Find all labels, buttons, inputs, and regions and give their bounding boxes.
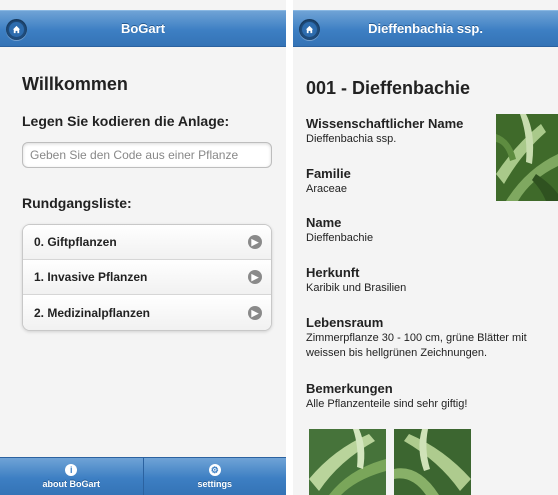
field-value: Alle Pflanzenteile sind sehr giftig! bbox=[306, 398, 468, 410]
code-prompt-label: Legen Sie kodieren die Anlage: bbox=[22, 113, 230, 129]
field-value: Araceae bbox=[306, 183, 347, 195]
field-label: Herkunft bbox=[306, 265, 360, 280]
arrow-right-icon: ▶ bbox=[248, 270, 262, 284]
field-origin: Herkunft Karibik und Brasilien bbox=[306, 265, 406, 296]
field-scientific-name: Wissenschaftlicher Name Dieffenbachia ss… bbox=[306, 116, 463, 147]
field-label: Bemerkungen bbox=[306, 381, 393, 396]
settings-label: settings bbox=[197, 479, 232, 489]
plant-photo-thumb-2[interactable] bbox=[394, 429, 471, 495]
header-title: Dieffenbachia ssp. bbox=[368, 21, 483, 36]
field-value: Dieffenbachie bbox=[306, 232, 374, 244]
field-value: Zimmerpflanze 30 - 100 cm, grüne Blätter… bbox=[306, 332, 527, 359]
plant-code-input[interactable] bbox=[22, 142, 272, 168]
field-label: Name bbox=[306, 215, 342, 230]
plant-detail-screen: Dieffenbachia ssp. 001 - Dieffenbachie W… bbox=[293, 0, 558, 495]
tour-item-giftpflanzen[interactable]: 0. Giftpflanzen ▶ bbox=[23, 225, 271, 260]
plant-photo-main[interactable] bbox=[496, 114, 558, 201]
home-button[interactable] bbox=[299, 19, 320, 40]
field-value: Karibik und Brasilien bbox=[306, 282, 407, 294]
field-label: Wissenschaftlicher Name bbox=[306, 116, 464, 131]
header-bar: BoGart bbox=[0, 10, 286, 47]
field-family: Familie Araceae bbox=[306, 166, 351, 197]
about-label: about BoGart bbox=[42, 479, 101, 489]
tour-list-heading: Rundgangsliste: bbox=[22, 195, 132, 211]
header-title: BoGart bbox=[120, 21, 166, 36]
plant-title: 001 - Dieffenbachie bbox=[306, 78, 471, 98]
home-screen: BoGart Willkommen Legen Sie kodieren die… bbox=[0, 0, 286, 495]
tour-item-invasive-pflanzen[interactable]: 1. Invasive Pflanzen ▶ bbox=[23, 260, 271, 295]
field-value: Dieffenbachia ssp. bbox=[306, 133, 397, 145]
arrow-right-icon: ▶ bbox=[248, 305, 262, 320]
field-label: Lebensraum bbox=[306, 315, 384, 330]
gear-icon: ⚙ bbox=[208, 464, 221, 476]
tour-item-medizinalpflanzen[interactable]: 2. Medizinalpflanzen ▶ bbox=[23, 295, 271, 330]
tour-item-label: 1. Invasive Pflanzen bbox=[34, 270, 148, 284]
settings-button[interactable]: ⚙ settings bbox=[142, 458, 287, 495]
field-habitat: Lebensraum Zimmerpflanze 30 - 100 cm, gr… bbox=[306, 315, 558, 361]
field-remarks: Bemerkungen Alle Pflanzenteile sind sehr… bbox=[306, 381, 467, 412]
footer-navbar: i about BoGart ⚙ settings bbox=[0, 457, 286, 495]
home-icon bbox=[9, 22, 24, 37]
plant-photo-thumb-1[interactable] bbox=[309, 429, 386, 495]
info-icon: i bbox=[65, 464, 78, 476]
tour-item-label: 0. Giftpflanzen bbox=[34, 235, 117, 249]
about-button[interactable]: i about BoGart bbox=[0, 458, 143, 495]
tour-list: 0. Giftpflanzen ▶ 1. Invasive Pflanzen ▶… bbox=[22, 224, 272, 331]
field-name: Name Dieffenbachie bbox=[306, 215, 373, 246]
header-bar: Dieffenbachia ssp. bbox=[293, 10, 558, 47]
tour-item-label: 2. Medizinalpflanzen bbox=[34, 305, 151, 320]
field-label: Familie bbox=[306, 166, 351, 181]
welcome-heading: Willkommen bbox=[22, 74, 128, 94]
home-button[interactable] bbox=[6, 19, 27, 40]
arrow-right-icon: ▶ bbox=[248, 235, 262, 249]
home-icon bbox=[302, 22, 317, 37]
